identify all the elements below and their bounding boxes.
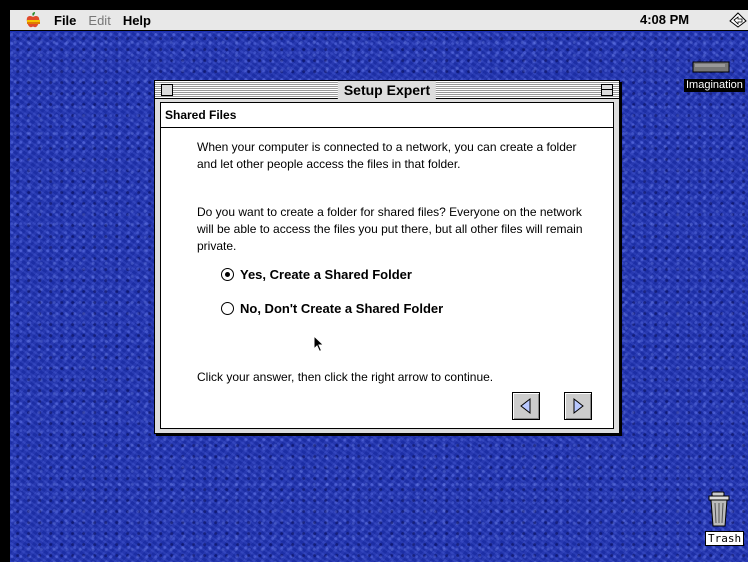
window-titlebar[interactable]: Setup Expert — [155, 81, 619, 99]
right-arrow-icon — [573, 397, 584, 415]
option-no-label[interactable]: No, Don't Create a Shared Folder — [240, 301, 443, 316]
screen-top-border — [0, 0, 748, 10]
option-no-shared-folder[interactable]: No, Don't Create a Shared Folder — [221, 301, 443, 316]
menu-bar: File Edit Help 4:08 PM — [10, 10, 748, 31]
window-title: Setup Expert — [337, 81, 437, 99]
windowshade-box-icon[interactable] — [601, 84, 613, 96]
radio-no-icon[interactable] — [221, 302, 234, 315]
option-yes-label[interactable]: Yes, Create a Shared Folder — [240, 267, 412, 282]
left-arrow-icon — [520, 397, 531, 415]
instruction-text: Click your answer, then click the right … — [197, 370, 494, 384]
radio-yes-icon[interactable] — [221, 268, 234, 281]
option-yes-create-shared-folder[interactable]: Yes, Create a Shared Folder — [221, 267, 412, 282]
section-header: Shared Files — [161, 103, 613, 128]
menu-help[interactable]: Help — [123, 13, 151, 28]
hard-disk-label[interactable]: Imagination — [684, 79, 745, 92]
menu-edit[interactable]: Edit — [88, 13, 110, 28]
question-text: Do you want to create a folder for share… — [197, 205, 583, 253]
menu-file[interactable]: File — [54, 13, 76, 28]
trash-icon[interactable] — [706, 490, 734, 530]
intro-text: When your computer is connected to a net… — [197, 140, 577, 171]
apple-menu-icon[interactable] — [24, 12, 42, 28]
menu-clock[interactable]: 4:08 PM — [640, 12, 689, 27]
application-menu-icon[interactable] — [728, 11, 748, 29]
hard-disk-icon[interactable] — [692, 60, 738, 74]
previous-button[interactable] — [512, 392, 540, 420]
next-button[interactable] — [564, 392, 592, 420]
window-content: Shared Files When your computer is conne… — [160, 102, 614, 429]
trash-label[interactable]: Trash — [705, 531, 745, 546]
setup-expert-window: Setup Expert Shared Files When your comp… — [154, 80, 620, 434]
close-box-icon[interactable] — [161, 84, 173, 96]
mouse-pointer-icon — [313, 335, 325, 353]
